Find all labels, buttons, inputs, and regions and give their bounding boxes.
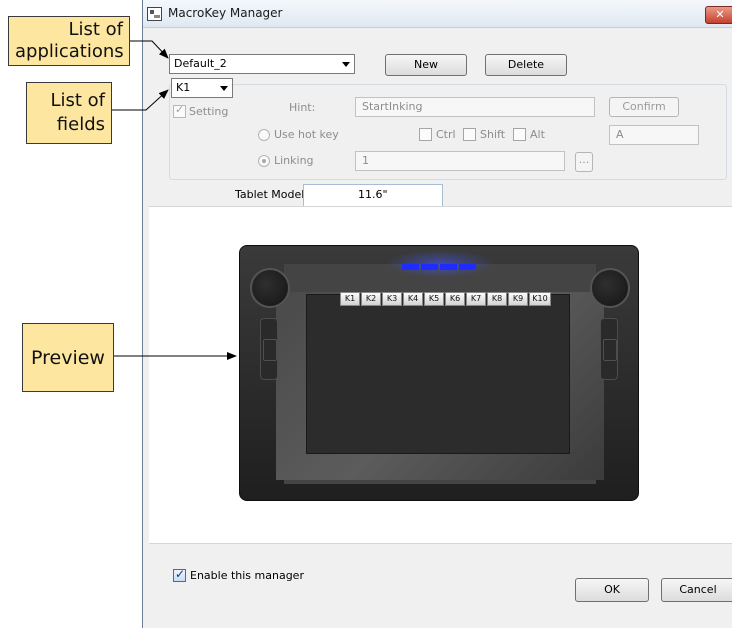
new-button[interactable]: New	[385, 54, 467, 76]
setting-checkbox[interactable]	[173, 103, 186, 118]
browse-button[interactable]: ...	[575, 152, 593, 172]
callout-fields-line2: fields	[56, 114, 105, 135]
hot-key-k8[interactable]: K8	[487, 292, 507, 306]
hot-key-k10[interactable]: K10	[529, 292, 551, 306]
hot-key-row: K1 K2 K3 K4 K5 K6 K7 K8 K9 K10	[340, 292, 552, 308]
tablet-active-area	[306, 294, 570, 454]
setting-label: Setting	[189, 105, 229, 118]
use-hot-key-radio[interactable]	[258, 129, 270, 141]
application-select[interactable]: Default_2	[169, 54, 355, 74]
ctrl-label: Ctrl	[436, 128, 456, 141]
hot-key-k6[interactable]: K6	[445, 292, 465, 306]
use-hot-key-label: Use hot key	[274, 128, 339, 141]
shift-label: Shift	[480, 128, 506, 141]
led-indicator	[421, 264, 438, 270]
delete-button[interactable]: Delete	[485, 54, 567, 76]
hot-key-k7[interactable]: K7	[466, 292, 486, 306]
hint-label: Hint:	[289, 101, 316, 114]
tablet-preview: K1 K2 K3 K4 K5 K6 K7 K8 K9 K10	[149, 206, 732, 544]
hot-key-k1[interactable]: K1	[340, 292, 360, 306]
app-icon	[147, 7, 162, 21]
alt-checkbox[interactable]	[513, 128, 526, 141]
linking-label: Linking	[274, 154, 314, 167]
callout-fields-line1: List of	[50, 90, 105, 111]
shift-checkbox[interactable]	[463, 128, 476, 141]
tablet-image: K1 K2 K3 K4 K5 K6 K7 K8 K9 K10	[239, 245, 639, 501]
hot-key-select-value: A	[616, 128, 624, 141]
close-button[interactable]: ✕	[705, 6, 732, 24]
cancel-button[interactable]: Cancel	[661, 578, 732, 602]
led-indicator	[459, 264, 476, 270]
callout-preview: Preview	[22, 323, 114, 392]
ctrl-checkbox[interactable]	[419, 128, 432, 141]
hint-input[interactable]: StartInking	[355, 97, 595, 117]
macrokey-manager-window: MacroKey Manager ✕ Default_2 New Delete …	[142, 0, 732, 628]
ok-button[interactable]: OK	[575, 578, 649, 602]
led-indicator	[440, 264, 457, 270]
application-select-value: Default_2	[174, 57, 227, 70]
window-title: MacroKey Manager	[168, 6, 283, 20]
hot-key-k4[interactable]: K4	[403, 292, 423, 306]
callout-applications-line1: List of	[68, 19, 123, 40]
right-express-keys	[600, 318, 618, 380]
left-express-keys	[260, 318, 278, 380]
hot-key-select[interactable]: A	[609, 125, 699, 145]
enable-manager-label: Enable this manager	[190, 569, 304, 582]
field-select-value: K1	[176, 81, 191, 94]
title-bar: MacroKey Manager ✕	[143, 0, 732, 28]
hot-key-k2[interactable]: K2	[361, 292, 381, 306]
hot-key-k3[interactable]: K3	[382, 292, 402, 306]
confirm-button[interactable]: Confirm	[609, 97, 679, 117]
alt-label: Alt	[530, 128, 545, 141]
led-indicator	[402, 264, 419, 270]
linking-radio[interactable]	[258, 155, 270, 167]
chevron-down-icon	[220, 86, 228, 91]
callout-list-of-fields: List of fields	[26, 82, 112, 144]
hot-key-k9[interactable]: K9	[508, 292, 528, 306]
chevron-down-icon	[342, 62, 350, 67]
callout-list-of-applications: List of applications	[8, 16, 130, 66]
field-select[interactable]: K1	[171, 78, 233, 98]
tablet-model-label: Tablet Model:	[235, 188, 308, 201]
tablet-model-field[interactable]: 11.6"	[303, 184, 443, 206]
linking-input[interactable]: 1	[355, 151, 565, 171]
left-touch-ring	[250, 268, 290, 308]
right-touch-ring	[590, 268, 630, 308]
enable-manager-checkbox[interactable]	[173, 567, 186, 582]
hot-key-k5[interactable]: K5	[424, 292, 444, 306]
callout-applications-line2: applications	[15, 41, 124, 62]
